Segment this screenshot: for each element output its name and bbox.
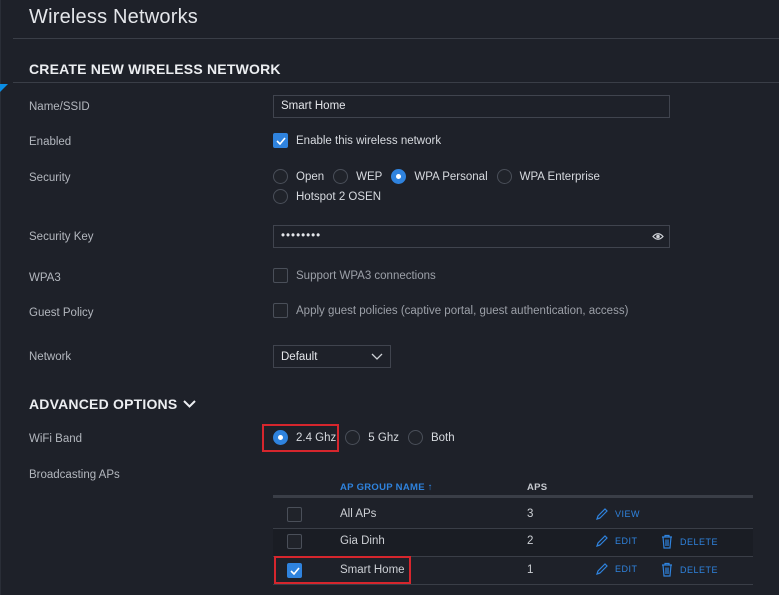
delete-button-gia-dinh[interactable]: DELETE: [660, 534, 718, 549]
security-key-label: Security Key: [29, 231, 94, 243]
security-option-wpa-enterprise[interactable]: WPA Enterprise: [520, 171, 600, 183]
security-option-hotspot[interactable]: Hotspot 2 OSEN: [296, 191, 381, 203]
band-radio-5[interactable]: [345, 430, 361, 445]
network-select[interactable]: Default: [273, 345, 391, 368]
security-key-input[interactable]: ••••••••: [273, 225, 670, 248]
view-button[interactable]: VIEW: [595, 507, 640, 521]
enabled-checkbox[interactable]: [273, 133, 288, 148]
active-indicator: [0, 84, 8, 92]
row-checkbox-gia-dinh[interactable]: [287, 534, 302, 549]
checkmark-icon: [275, 136, 286, 145]
chevron-down-icon: [183, 400, 197, 408]
page-title: Wireless Networks: [29, 6, 198, 28]
security-label: Security: [29, 172, 71, 184]
chevron-down-icon: [371, 353, 383, 360]
advanced-section-title: ADVANCED OPTIONS: [29, 396, 178, 412]
row-name-all-aps: All APs: [340, 508, 377, 520]
security-radio-wpa-personal[interactable]: [391, 169, 407, 184]
table-header-divider: [273, 495, 753, 498]
delete-button-smart-home[interactable]: DELETE: [660, 562, 718, 577]
guest-policy-control[interactable]: Apply guest policies (captive portal, gu…: [273, 303, 628, 318]
column-header-group-name[interactable]: AP GROUP NAME ↑: [340, 482, 433, 493]
security-radio-wep[interactable]: [333, 169, 349, 184]
enabled-text: Enable this wireless network: [296, 134, 442, 147]
enabled-label: Enabled: [29, 136, 72, 148]
pencil-icon: [596, 563, 608, 575]
band-option-5[interactable]: 5 Ghz: [368, 432, 399, 444]
delete-button-label: DELETE: [680, 536, 719, 547]
band-radio-both[interactable]: [407, 430, 423, 445]
view-button-label: VIEW: [615, 509, 641, 519]
row-count-all-aps: 3: [527, 508, 534, 520]
trash-icon: [662, 534, 672, 549]
security-option-open[interactable]: Open: [296, 171, 324, 183]
checkmark-icon: [289, 566, 300, 575]
edit-button-smart-home[interactable]: EDIT: [595, 562, 638, 576]
security-options: Open WEP WPA Personal WPA Enterprise: [273, 169, 600, 184]
ssid-input[interactable]: Smart Home: [273, 95, 670, 118]
security-radio-open[interactable]: [273, 169, 288, 184]
trash-icon: [662, 562, 672, 577]
security-option-wep[interactable]: WEP: [356, 171, 382, 183]
row-count-smart-home: 1: [527, 564, 534, 576]
broadcasting-aps-label: Broadcasting APs: [29, 469, 120, 481]
edit-button-gia-dinh[interactable]: EDIT: [595, 534, 638, 548]
band-option-both[interactable]: Both: [431, 432, 455, 444]
wpa3-label: WPA3: [29, 272, 61, 284]
edit-button-label: EDIT: [615, 536, 638, 546]
create-section-title: CREATE NEW WIRELESS NETWORK: [29, 61, 281, 77]
section-divider: [13, 82, 779, 83]
enabled-control[interactable]: Enable this wireless network: [273, 133, 441, 148]
security-radio-wpa-enterprise[interactable]: [496, 169, 512, 184]
wifi-band-label: WiFi Band: [29, 433, 83, 445]
row-name-gia-dinh: Gia Dinh: [340, 535, 385, 547]
ssid-label: Name/SSID: [29, 101, 90, 113]
wpa3-checkbox[interactable]: [273, 268, 288, 283]
network-select-value: Default: [281, 350, 318, 363]
network-label: Network: [29, 351, 72, 363]
security-options-row2: Hotspot 2 OSEN: [273, 189, 381, 204]
wpa3-text: Support WPA3 connections: [296, 269, 436, 282]
pencil-icon: [596, 508, 608, 520]
row-checkbox-all-aps[interactable]: [287, 507, 302, 522]
band-option-24[interactable]: 2.4 Ghz: [296, 432, 336, 444]
security-radio-hotspot[interactable]: [273, 189, 288, 204]
title-divider: [13, 38, 779, 39]
delete-button-label: DELETE: [680, 564, 719, 575]
guest-policy-label: Guest Policy: [29, 307, 94, 319]
pencil-icon: [596, 535, 608, 547]
advanced-options-toggle[interactable]: ADVANCED OPTIONS: [29, 396, 197, 412]
row-divider: [273, 584, 753, 585]
edit-button-label: EDIT: [615, 564, 638, 574]
band-radio-24[interactable]: [273, 430, 288, 445]
column-header-aps: APS: [527, 482, 548, 493]
wpa3-control[interactable]: Support WPA3 connections: [273, 268, 436, 283]
security-option-wpa-personal[interactable]: WPA Personal: [414, 171, 487, 183]
wifi-band-options: 2.4 Ghz 5 Ghz Both: [273, 430, 455, 445]
security-key-value: ••••••••: [281, 230, 322, 242]
row-count-gia-dinh: 2: [527, 535, 534, 547]
row-name-smart-home: Smart Home: [340, 564, 405, 576]
row-checkbox-smart-home[interactable]: [287, 563, 302, 578]
guest-policy-checkbox[interactable]: [273, 303, 288, 318]
guest-policy-text: Apply guest policies (captive portal, gu…: [296, 304, 629, 317]
eye-icon[interactable]: [652, 232, 664, 241]
